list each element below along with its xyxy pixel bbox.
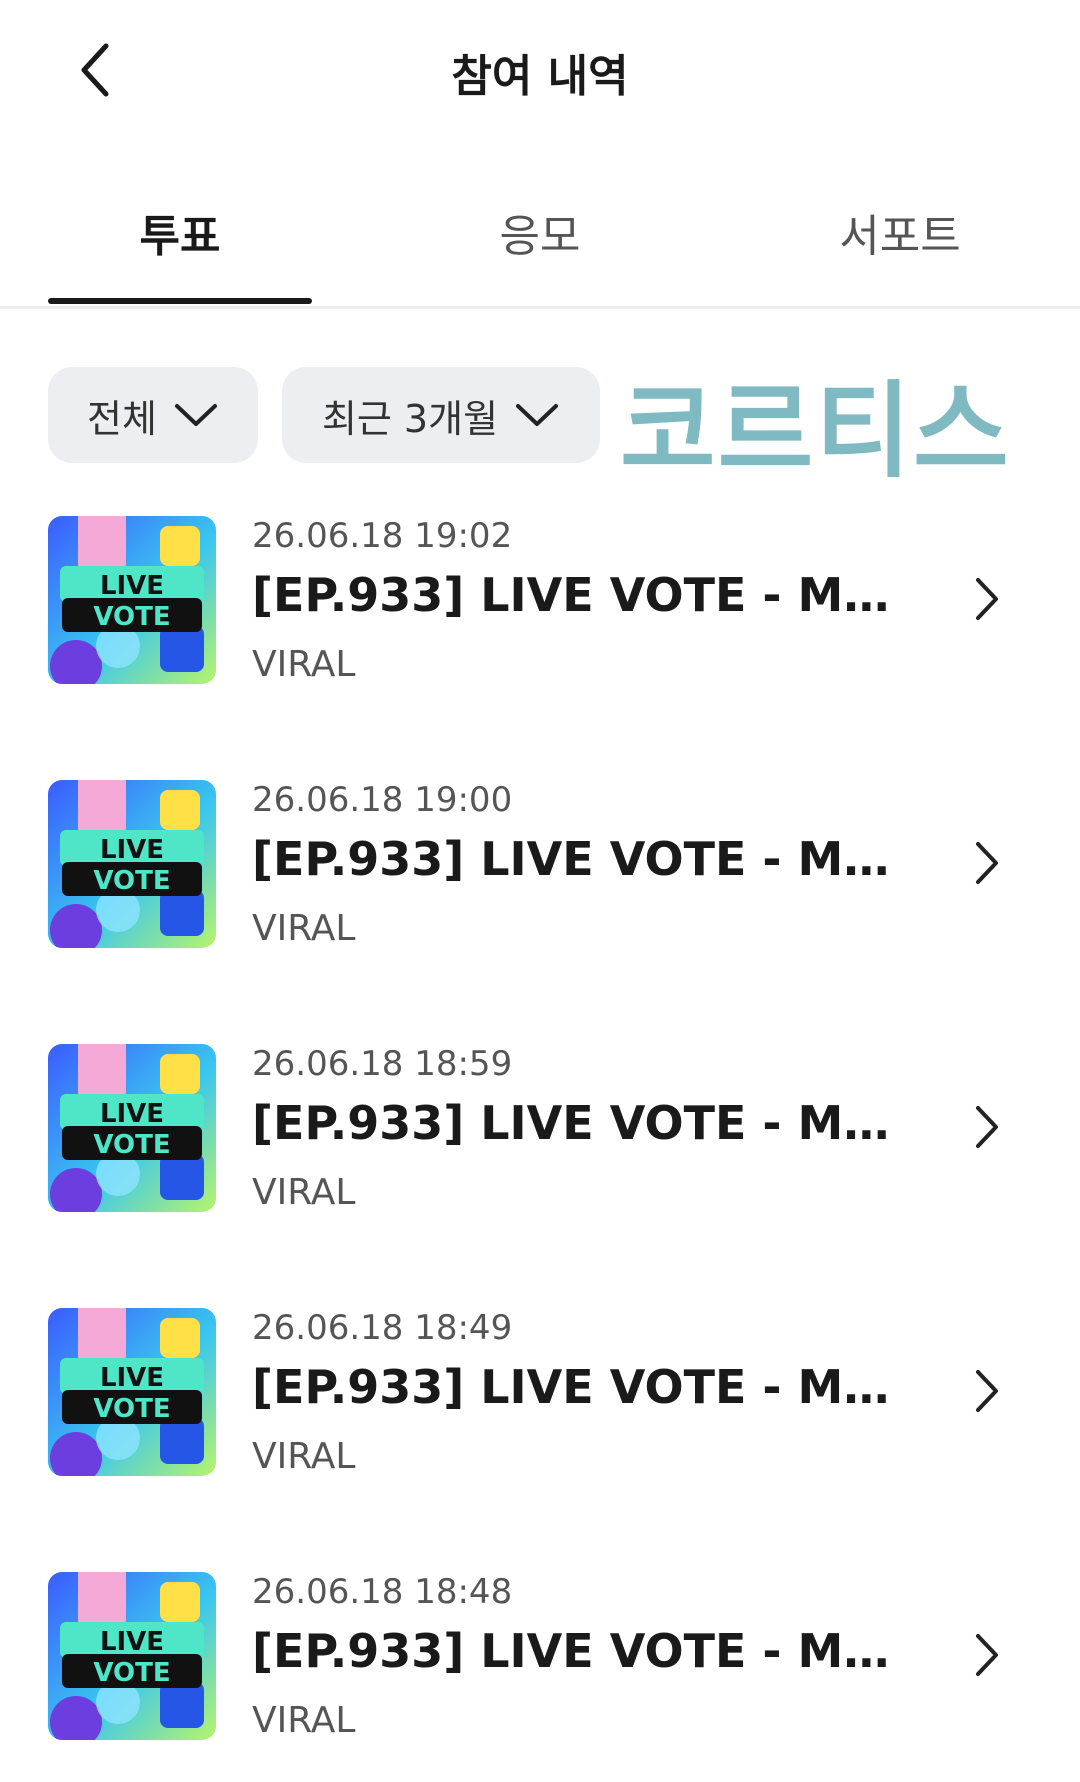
thumb-text-live: LIVE <box>100 1099 164 1129</box>
type-filter-label: 전체 <box>87 396 157 441</box>
active-tab-indicator <box>48 298 312 304</box>
thumb-text-vote: VOTE <box>93 602 170 632</box>
page-title: 참여 내역 <box>451 51 629 102</box>
item-subtitle: VIRAL <box>252 908 356 949</box>
live-vote-thumbnail: LIVE VOTE <box>48 780 216 948</box>
thumb-text-vote: VOTE <box>93 1658 170 1688</box>
chevron-down-icon <box>174 404 217 426</box>
list-item[interactable]: LIVE VOTE 26.06.18 19:02 [EP.933] LIVE V… <box>0 516 1080 686</box>
item-title: [EP.933] LIVE VOTE - M CO... <box>252 568 902 622</box>
period-filter-dropdown[interactable]: 최근 3개월 <box>282 367 600 463</box>
watermark-text: 코르티스 <box>620 370 1011 492</box>
item-title: [EP.933] LIVE VOTE - M CO... <box>252 1360 902 1414</box>
thumb-text-live: LIVE <box>100 571 164 601</box>
item-subtitle: VIRAL <box>252 1172 356 1213</box>
live-vote-thumbnail: LIVE VOTE <box>48 516 216 684</box>
item-subtitle: VIRAL <box>252 644 356 685</box>
header: 참여 내역 <box>0 0 1080 140</box>
list-item[interactable]: LIVE VOTE 26.06.18 18:49 [EP.933] LIVE V… <box>0 1308 1080 1478</box>
chevron-right-icon <box>976 1106 998 1148</box>
chevron-right-icon <box>976 1634 998 1676</box>
list-item[interactable]: LIVE VOTE 26.06.18 19:00 [EP.933] LIVE V… <box>0 780 1080 950</box>
type-filter-dropdown[interactable]: 전체 <box>48 367 258 463</box>
filter-bar: 전체 최근 3개월 코르티스 <box>0 367 1080 483</box>
item-date: 26.06.18 18:59 <box>252 1044 513 1084</box>
thumb-text-vote: VOTE <box>93 1130 170 1160</box>
thumb-text-live: LIVE <box>100 1363 164 1393</box>
item-subtitle: VIRAL <box>252 1700 356 1741</box>
item-date: 26.06.18 18:48 <box>252 1572 513 1612</box>
tab-support[interactable]: 서포트 <box>768 200 1032 264</box>
list-item[interactable]: LIVE VOTE 26.06.18 18:48 [EP.933] LIVE V… <box>0 1572 1080 1742</box>
thumb-text-vote: VOTE <box>93 1394 170 1424</box>
chevron-down-icon <box>516 404 559 426</box>
item-subtitle: VIRAL <box>252 1436 356 1477</box>
thumb-text-live: LIVE <box>100 835 164 865</box>
thumb-text-vote: VOTE <box>93 866 170 896</box>
tab-entry[interactable]: 응모 <box>408 200 672 264</box>
item-date: 26.06.18 19:00 <box>252 780 513 820</box>
live-vote-thumbnail: LIVE VOTE <box>48 1044 216 1212</box>
item-date: 26.06.18 19:02 <box>252 516 513 556</box>
chevron-right-icon <box>976 842 998 884</box>
chevron-right-icon <box>976 1370 998 1412</box>
item-title: [EP.933] LIVE VOTE - M CO... <box>252 1096 902 1150</box>
item-date: 26.06.18 18:49 <box>252 1308 513 1348</box>
item-title: [EP.933] LIVE VOTE - M CO... <box>252 832 902 886</box>
item-title: [EP.933] LIVE VOTE - M CO... <box>252 1624 902 1678</box>
chevron-right-icon <box>976 578 998 620</box>
thumb-text-live: LIVE <box>100 1627 164 1657</box>
live-vote-thumbnail: LIVE VOTE <box>48 1572 216 1740</box>
list-item[interactable]: LIVE VOTE 26.06.18 18:59 [EP.933] LIVE V… <box>0 1044 1080 1214</box>
tab-vote[interactable]: 투표 <box>48 200 312 264</box>
live-vote-thumbnail: LIVE VOTE <box>48 1308 216 1476</box>
tab-bar: 투표 응모 서포트 <box>0 170 1080 309</box>
period-filter-label: 최근 3개월 <box>321 396 499 441</box>
